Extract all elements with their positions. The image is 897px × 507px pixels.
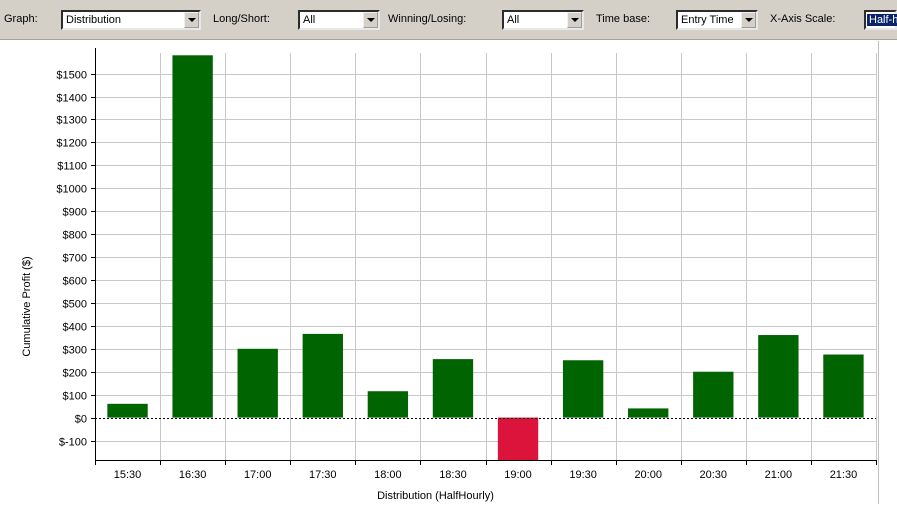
scrollbar-gutter: [878, 41, 897, 504]
bar-1530: [107, 403, 148, 418]
x-tick-label: 20:30: [700, 469, 728, 481]
bar-2130: [823, 354, 864, 418]
y-tick-label: $900: [63, 207, 87, 219]
x-tick-label: 16:30: [179, 469, 207, 481]
y-tick-label: $1400: [56, 93, 87, 105]
y-tick-label: $400: [63, 322, 87, 334]
chevron-down-icon[interactable]: [741, 12, 756, 28]
x-tick-label: 20:00: [634, 469, 662, 481]
y-tick-label: $1100: [57, 161, 87, 173]
bar-1730: [302, 333, 343, 418]
chart-area: $-100 $0 $100 $200 $300 $400 $500 $600 $700 $800 $…: [0, 41, 878, 504]
longshort-label: Long/Short:: [213, 13, 270, 25]
xscale-label: X-Axis Scale:: [770, 13, 836, 25]
y-tick-label: $300: [63, 345, 87, 357]
graph-label: Graph:: [4, 13, 38, 25]
y-tick-label: $1200: [56, 138, 87, 150]
bar-2100: [758, 335, 799, 418]
longshort-select[interactable]: All: [298, 10, 380, 30]
xscale-select[interactable]: Half-h: [864, 10, 897, 30]
y-axis-title: Cumulative Profit ($): [21, 256, 33, 356]
bar-1930: [562, 360, 604, 418]
x-tick-label: 21:00: [765, 469, 793, 481]
timebase-label: Time base:: [596, 13, 651, 25]
chevron-down-icon[interactable]: [363, 12, 378, 28]
distribution-chart: $-100 $0 $100 $200 $300 $400 $500 $600 $700 $800 $…: [21, 48, 877, 502]
winlose-select-value: All: [507, 14, 520, 26]
bar-1900: [497, 417, 539, 460]
y-tick-label: $0: [75, 414, 87, 426]
x-tick-label: 19:30: [569, 469, 597, 481]
y-tick-label: $1000: [56, 184, 87, 196]
x-tick-label: 21:30: [830, 469, 858, 481]
graph-select[interactable]: Distribution: [61, 10, 201, 30]
x-tick-label: 18:30: [439, 469, 467, 481]
x-tick-label: 18:00: [374, 469, 402, 481]
bar-2030: [693, 371, 734, 418]
y-tick-label: $700: [63, 253, 87, 265]
y-tick-label: $500: [63, 299, 87, 311]
longshort-select-value: All: [303, 14, 316, 26]
timebase-select[interactable]: Entry Time: [676, 10, 758, 30]
toolbar: Graph: Distribution Long/Short: All Winn…: [0, 0, 897, 40]
chevron-down-icon[interactable]: [184, 12, 199, 28]
y-tick-label: $100: [63, 391, 87, 403]
x-tick-label: 15:30: [114, 469, 142, 481]
winlose-select[interactable]: All: [502, 10, 584, 30]
bar-1830: [432, 359, 474, 418]
graph-select-value: Distribution: [66, 14, 122, 26]
y-tick-label: $-100: [59, 437, 87, 449]
bar-1800: [367, 391, 409, 418]
chevron-down-icon[interactable]: [567, 12, 582, 28]
y-tick-label: $1500: [56, 70, 87, 82]
x-tick-label: 19:00: [504, 469, 532, 481]
y-tick-label: $800: [63, 230, 87, 242]
y-tick-label: $1300: [56, 115, 87, 127]
winlose-label: Winning/Losing:: [388, 13, 467, 25]
timebase-select-value: Entry Time: [681, 14, 734, 26]
bar-2000: [628, 408, 669, 418]
x-axis-title: Distribution (HalfHourly): [377, 490, 494, 502]
y-tick-label: $600: [63, 276, 87, 288]
bar-1630: [172, 55, 213, 418]
y-tick-label: $200: [63, 368, 87, 380]
bar-1700: [237, 348, 278, 418]
x-tick-label: 17:30: [309, 469, 337, 481]
x-tick-label: 17:00: [244, 469, 272, 481]
xscale-select-value: Half-h: [867, 14, 897, 26]
